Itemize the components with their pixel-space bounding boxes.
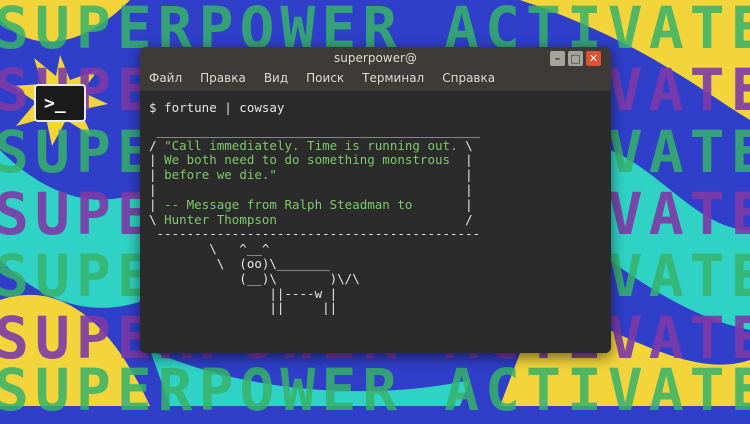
menu-bar: Файл Правка Вид Поиск Терминал Справка (140, 69, 611, 92)
cow-art-line: \ ^__^ (149, 241, 270, 257)
bg-headline-7: SUPERPOWER ACTIVATED (0, 356, 750, 424)
bubble-top: ________________________________________… (149, 122, 481, 138)
menu-file[interactable]: Файл (149, 69, 182, 91)
bubble-bottom: ----------------------------------------… (149, 226, 481, 242)
window-title: superpower@ (334, 51, 417, 65)
cow-art-line: (__)\ )\/\ (149, 270, 360, 286)
minimize-button[interactable]: – (550, 51, 565, 66)
cow-art-line: || || (149, 300, 338, 316)
maximize-button[interactable]: □ (568, 51, 583, 66)
terminal-icon[interactable]: >_ (34, 84, 86, 122)
close-button[interactable]: ✕ (586, 51, 601, 66)
menu-terminal[interactable]: Терминал (362, 69, 424, 91)
bubble-line: | We both need to do something monstrous… (149, 152, 473, 168)
title-bar[interactable]: superpower@ – □ ✕ (140, 47, 611, 69)
bubble-line: | -- Message from Ralph Steadman to | (149, 196, 473, 212)
window-controls: – □ ✕ (550, 51, 601, 66)
bubble-line: | | (149, 181, 473, 197)
bubble-line: \ Hunter Thompson / (149, 211, 473, 227)
menu-edit[interactable]: Правка (200, 69, 246, 91)
menu-search[interactable]: Поиск (306, 69, 344, 91)
terminal-output[interactable]: $ fortune | cowsay _____________________… (140, 92, 611, 353)
menu-help[interactable]: Справка (442, 69, 495, 91)
bubble-line: / "Call immediately. Time is running out… (149, 137, 473, 153)
terminal-window: superpower@ – □ ✕ Файл Правка Вид Поиск … (140, 47, 611, 353)
cow-art-line: \ (oo)\_______ (149, 255, 330, 271)
bubble-line: | before we die." | (149, 167, 473, 183)
cow-art-line: ||----w | (149, 285, 338, 301)
command-line: $ fortune | cowsay (149, 100, 285, 115)
menu-view[interactable]: Вид (264, 69, 288, 91)
